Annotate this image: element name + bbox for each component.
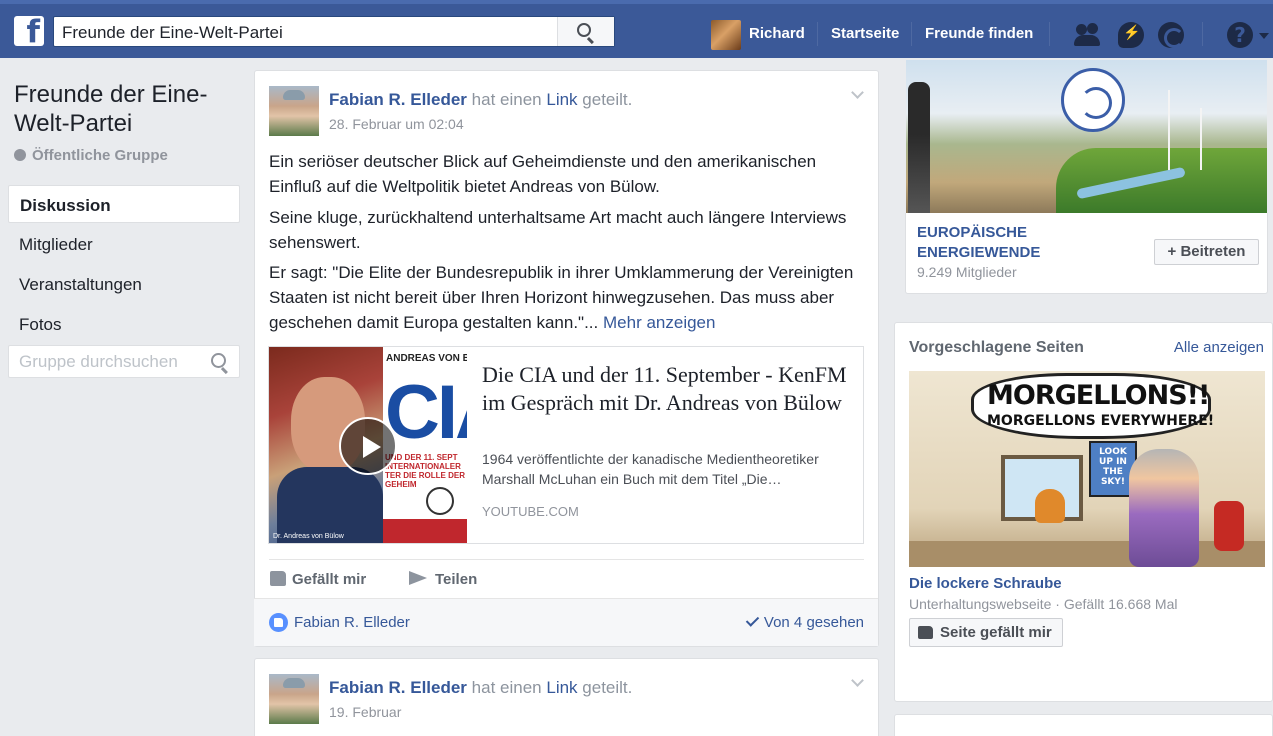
speech-bubble-subtext: MORGELLONS EVERYWHERE! xyxy=(987,413,1215,429)
join-group-button[interactable]: + Beitreten xyxy=(1154,239,1259,265)
thumbnail-caption: Dr. Andreas von Bülow xyxy=(273,533,344,540)
cover-author-text: ANDREAS VON B xyxy=(386,353,467,364)
nav-discussion[interactable]: Diskussion xyxy=(8,185,240,223)
speech-bubble-text: MORGELLONS!! xyxy=(987,380,1210,411)
post-paragraph: Ein seriöser deutscher Blick auf Geheimd… xyxy=(269,152,817,196)
thumbs-up-icon xyxy=(918,626,933,639)
group-privacy-label: Öffentliche Gruppe xyxy=(14,147,168,164)
promoted-group-name[interactable]: EUROPÄISCHE ENERGIEWENDE xyxy=(917,223,1117,263)
like-page-button[interactable]: Seite gefällt mir xyxy=(909,618,1063,647)
cartoon-floor xyxy=(909,541,1265,567)
post-header: Fabian R. Elleder hat einen Link geteilt… xyxy=(329,90,633,109)
help-icon[interactable]: ? xyxy=(1227,22,1253,48)
search-icon xyxy=(577,23,591,37)
see-more-link[interactable]: Mehr anzeigen xyxy=(603,313,715,332)
cover-title-text: CIA xyxy=(385,370,467,455)
promoted-group-members: 9.249 Mitglieder xyxy=(917,264,1017,280)
home-link[interactable]: Startseite xyxy=(831,25,899,42)
post-timestamp[interactable]: 28. Februar um 02:04 xyxy=(329,116,464,132)
suggested-page-meta: Unterhaltungswebseite · Gefällt 16.668 M… xyxy=(909,596,1178,612)
group-search-input[interactable]: Gruppe durchsuchen xyxy=(8,345,240,378)
messenger-icon[interactable] xyxy=(1118,22,1144,48)
portrait-suit xyxy=(277,467,383,543)
cartoon-figure xyxy=(1129,449,1199,567)
post-paragraph: Er sagt: "Die Elite der Bundesrepublik i… xyxy=(269,263,854,332)
see-all-link[interactable]: Alle anzeigen xyxy=(1174,339,1264,356)
shared-link-label[interactable]: Link xyxy=(546,90,577,109)
search-button[interactable] xyxy=(557,17,614,46)
shared-link-label[interactable]: Link xyxy=(546,678,577,697)
post-divider xyxy=(269,559,864,560)
post-timestamp[interactable]: 19. Februar xyxy=(329,704,401,720)
nav-divider xyxy=(911,22,912,46)
user-avatar[interactable] xyxy=(711,20,741,50)
reactions-bar: Fabian R. Elleder Von 4 gesehen xyxy=(254,598,878,646)
find-friends-link[interactable]: Freunde finden xyxy=(925,25,1033,42)
nav-divider xyxy=(1049,22,1050,46)
post-header: Fabian R. Elleder hat einen Link geteilt… xyxy=(329,678,633,697)
wind-turbine xyxy=(1168,90,1170,170)
author-avatar[interactable] xyxy=(269,674,319,724)
friend-requests-icon[interactable] xyxy=(1074,22,1100,48)
share-button[interactable]: Teilen xyxy=(409,571,477,588)
group-search-placeholder: Gruppe durchsuchen xyxy=(19,352,178,371)
suggested-page-name[interactable]: Die lockere Schraube xyxy=(909,575,1062,592)
link-source: YOUTUBE.COM xyxy=(482,504,579,519)
facebook-logo-icon[interactable]: f xyxy=(14,14,44,50)
cover-subtitle-text: UND DER 11. SEPT INTERNATIONALER TER DIE… xyxy=(385,453,466,489)
group-emblem-icon xyxy=(1061,68,1125,132)
link-description: 1964 veröffentlichte der kanadische Medi… xyxy=(482,451,819,487)
group-title[interactable]: Freunde der Eine-Welt-Partei xyxy=(14,80,239,138)
post-paragraph: Seine kluge, zurückhaltend unterhaltsame… xyxy=(269,208,847,252)
liker-name[interactable]: Fabian R. Elleder xyxy=(294,614,410,631)
nav-events[interactable]: Veranstaltungen xyxy=(8,265,240,303)
suggested-pages-card: Vorgeschlagene Seiten Alle anzeigen LOOK… xyxy=(894,322,1273,702)
cover-seal-icon xyxy=(426,487,454,515)
wind-turbine xyxy=(1200,108,1202,170)
global-search-box[interactable]: Freunde der Eine-Welt-Partei xyxy=(53,16,615,47)
notifications-globe-icon[interactable] xyxy=(1158,22,1184,48)
cover-red-band xyxy=(383,519,467,543)
suggested-pages-heading: Vorgeschlagene Seiten xyxy=(909,339,1084,356)
account-menu-chevron-down-icon[interactable] xyxy=(1259,33,1269,39)
photo-person xyxy=(908,82,930,213)
search-input[interactable]: Freunde der Eine-Welt-Partei xyxy=(62,23,283,43)
like-button[interactable]: Gefällt mir xyxy=(270,571,366,588)
nav-divider xyxy=(817,22,818,46)
checkmark-icon xyxy=(745,613,760,627)
thumbs-up-icon xyxy=(270,571,286,586)
link-preview[interactable]: ANDREAS VON B CIA UND DER 11. SEPT INTER… xyxy=(268,346,864,544)
profile-link[interactable]: Richard xyxy=(749,25,805,42)
link-title[interactable]: Die CIA und der 11. September - KenFM im… xyxy=(482,361,852,417)
cartoon-vacuum xyxy=(1214,501,1244,551)
play-icon[interactable] xyxy=(339,417,397,475)
language-selector-card xyxy=(894,714,1273,736)
video-thumbnail[interactable]: ANDREAS VON B CIA UND DER 11. SEPT INTER… xyxy=(269,347,467,543)
search-icon[interactable] xyxy=(211,353,226,368)
promoted-group-image[interactable] xyxy=(906,60,1267,213)
top-navigation-bar: f Freunde der Eine-Welt-Partei Richard S… xyxy=(0,0,1273,58)
author-name[interactable]: Fabian R. Elleder xyxy=(329,90,467,109)
like-reaction-icon xyxy=(269,613,288,632)
nav-divider xyxy=(1202,22,1203,46)
cartoon-cat xyxy=(1035,489,1065,523)
promoted-group-card: EUROPÄISCHE ENERGIEWENDE 9.249 Mitgliede… xyxy=(905,213,1268,294)
seen-by-count[interactable]: Von 4 gesehen xyxy=(745,613,864,631)
nav-members[interactable]: Mitglieder xyxy=(8,225,240,263)
share-arrow-icon xyxy=(409,571,427,585)
suggested-page-image[interactable]: LOOK UP IN THE SKY! MORGELLONS!! MORGELL… xyxy=(909,371,1265,567)
globe-icon xyxy=(14,149,26,161)
author-name[interactable]: Fabian R. Elleder xyxy=(329,678,467,697)
author-avatar[interactable] xyxy=(269,86,319,136)
nav-photos[interactable]: Fotos xyxy=(8,305,240,343)
